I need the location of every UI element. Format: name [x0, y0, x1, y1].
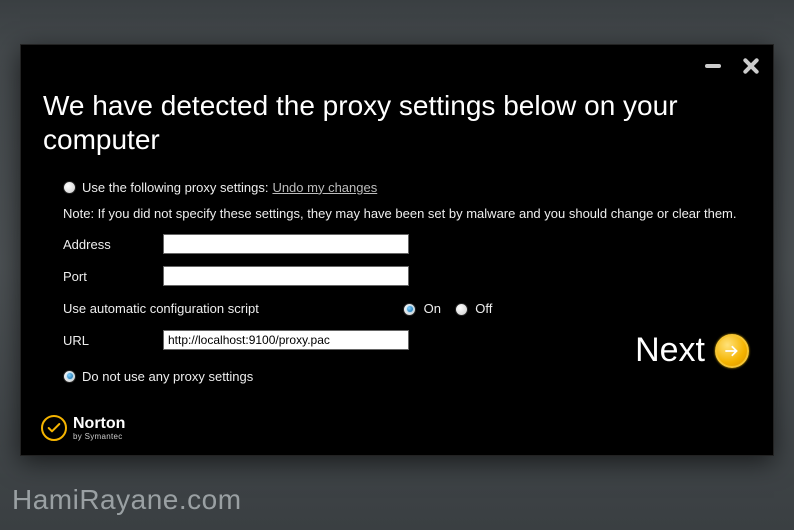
port-input[interactable] — [163, 266, 409, 286]
undo-changes-link[interactable]: Undo my changes — [272, 180, 377, 195]
url-input[interactable] — [163, 330, 409, 350]
auto-config-toggle: On Off — [403, 301, 502, 316]
next-button-label: Next — [635, 331, 705, 370]
brand-byline: by Symantec — [73, 432, 125, 441]
norton-text: Norton by Symantec — [73, 416, 125, 441]
address-row: Address — [63, 231, 745, 257]
auto-config-row: Use automatic configuration script On Of… — [63, 295, 745, 321]
watermark-text: HamiRayane.com — [12, 484, 242, 516]
port-row: Port — [63, 263, 745, 289]
brand-name: Norton — [73, 416, 125, 432]
option-use-proxy-row: Use the following proxy settings: Undo m… — [63, 174, 745, 200]
proxy-settings-dialog: We have detected the proxy settings belo… — [20, 44, 774, 456]
minimize-icon[interactable] — [705, 64, 721, 68]
option-use-proxy-radio[interactable] — [63, 181, 76, 194]
window-controls — [705, 57, 759, 75]
auto-config-on-label[interactable]: On — [424, 301, 441, 316]
malware-note: Note: If you did not specify these setti… — [63, 206, 745, 221]
address-label: Address — [63, 237, 163, 252]
port-label: Port — [63, 269, 163, 284]
auto-config-on-radio[interactable] — [403, 303, 416, 316]
checkmark-icon — [41, 415, 67, 441]
norton-logo: Norton by Symantec — [41, 415, 125, 441]
address-input[interactable] — [163, 234, 409, 254]
auto-config-off-label[interactable]: Off — [475, 301, 492, 316]
option-use-proxy-label[interactable]: Use the following proxy settings: — [82, 180, 268, 195]
auto-config-label: Use automatic configuration script — [63, 301, 403, 316]
auto-config-off-radio[interactable] — [455, 303, 468, 316]
close-icon[interactable] — [741, 57, 759, 75]
option-no-proxy-radio[interactable] — [63, 370, 76, 383]
dialog-heading: We have detected the proxy settings belo… — [21, 45, 773, 172]
url-label: URL — [63, 333, 163, 348]
option-no-proxy-label[interactable]: Do not use any proxy settings — [82, 369, 253, 384]
next-button[interactable]: Next — [635, 331, 749, 370]
arrow-right-icon — [715, 334, 749, 368]
